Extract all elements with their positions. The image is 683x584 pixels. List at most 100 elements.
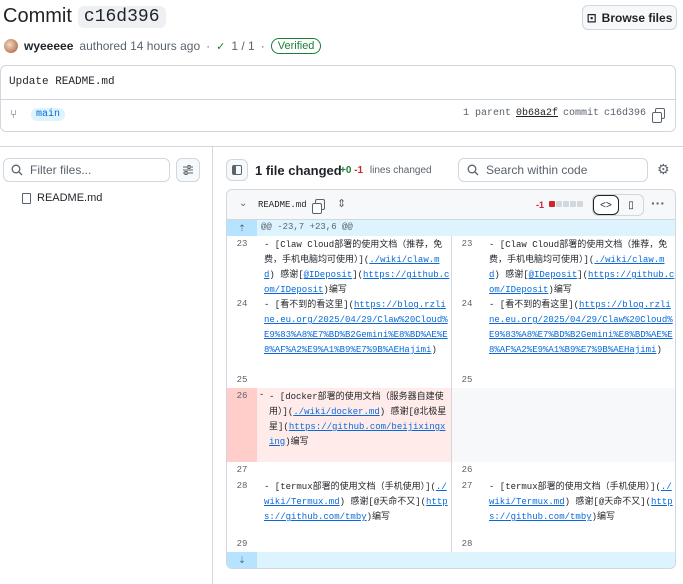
code-icon: <> (600, 199, 612, 211)
code-line: - [看不到的看这里](https://blog.rzline.eu.org/2… (489, 298, 675, 358)
deletion-marker: - (259, 390, 265, 400)
code-text: - [termux部署的使用文档（手机使用）]( (264, 482, 436, 492)
copy-icon[interactable] (312, 199, 325, 214)
diff-row: 29 28 (227, 536, 675, 552)
commit-message: Update README.md (9, 76, 115, 88)
diff-row: 25 25 (227, 372, 675, 388)
diff-panel: ⌄ README.md ⇕ -1 <> ▯ ··· ⇡ @@ -23,7 +23… (226, 189, 676, 569)
chevron-down-icon[interactable]: ⌄ (239, 198, 247, 209)
toggle-sidebar-button[interactable] (226, 159, 248, 181)
code-text: ) 感谢[@天命不又]( (339, 497, 427, 507)
expand-icon[interactable]: ⇕ (337, 197, 346, 210)
diff-row: 24 - [看不到的看这里](https://blog.rzline.eu.or… (227, 296, 675, 372)
avatar[interactable] (4, 39, 18, 53)
hunk-footer: ⇣ (227, 552, 675, 568)
line-number[interactable]: 24 (452, 296, 482, 372)
files-changed-count: 1 file changed (255, 163, 342, 178)
check-icon[interactable]: ✓ (216, 40, 225, 53)
rich-view-button[interactable]: ▯ (619, 195, 643, 215)
code-link: @IDeposit (528, 270, 578, 280)
hunk-header: ⇡ @@ -23,7 +23,6 @@ (227, 220, 675, 236)
copy-icon[interactable] (652, 108, 665, 123)
line-number[interactable]: 23 (227, 236, 257, 296)
lines-changed-label: lines changed (369, 165, 432, 176)
line-number[interactable]: 25 (227, 372, 257, 388)
checks-count[interactable]: 1 / 1 (231, 39, 254, 53)
expand-up-icon[interactable]: ⇡ (227, 220, 257, 236)
code-line: - [Claw Cloud部署的使用文档（推荐，免费，手机电脑均可使用）](./… (489, 238, 675, 298)
code-text: )编写 (591, 512, 616, 522)
line-number[interactable]: 24 (227, 296, 257, 372)
diff-row: 28 - [termux部署的使用文档（手机使用）](./wiki/Termux… (227, 478, 675, 536)
diffstat-bar (563, 201, 569, 207)
section-divider (0, 146, 683, 147)
code-square-icon: ⊡ (586, 10, 597, 25)
diff-file-header: ⌄ README.md ⇕ -1 <> ▯ ··· (227, 190, 675, 220)
diff-right-cell: 24 - [看不到的看这里](https://blog.rzline.eu.or… (452, 296, 675, 372)
code-text: )编写 (366, 512, 391, 522)
file-tree-item[interactable]: README.md (22, 192, 102, 204)
diff-row: 23 - [Claw Cloud部署的使用文档（推荐，免费，手机电脑均可使用）]… (227, 236, 675, 296)
line-number[interactable]: 25 (452, 372, 482, 388)
filter-options-button[interactable] (176, 158, 200, 182)
more-options-icon[interactable]: ··· (651, 195, 665, 211)
parent-info: 1 parent 0b68a2f commit c16d396 (462, 108, 665, 123)
commit-sha: c16d396 (603, 108, 646, 119)
file-icon (22, 192, 31, 204)
commit-title-word: Commit (3, 5, 72, 27)
git-branch-icon: ⑂ (10, 107, 18, 121)
lines-changed-summary: +0 -1 lines changed (340, 165, 432, 176)
code-link: ./wiki/docker.md (293, 407, 380, 417)
dot-separator-2: · (260, 39, 265, 53)
code-text: ) (431, 345, 437, 355)
code-text: )编写 (285, 437, 309, 447)
filter-files-input[interactable]: Filter files... (3, 158, 170, 182)
lines-deleted: -1 (354, 165, 364, 176)
expand-down-icon[interactable]: ⇣ (227, 552, 257, 568)
diff-row-deleted: 26 - - [docker部署的使用文档（服务器自建使用）](./wiki/d… (227, 388, 675, 462)
line-number[interactable]: 29 (227, 536, 257, 552)
diff-file-name[interactable]: README.md (258, 200, 307, 210)
browse-files-button[interactable]: ⊡ Browse files (582, 5, 677, 30)
code-view-button[interactable]: <> (593, 195, 619, 215)
line-number[interactable]: 23 (452, 236, 482, 296)
branch-badge[interactable]: main (31, 108, 66, 121)
diff-left-cell: 28 - [termux部署的使用文档（手机使用）](./wiki/Termux… (227, 478, 452, 536)
diff-right-cell: 23 - [Claw Cloud部署的使用文档（推荐，免费，手机电脑均可使用）]… (452, 236, 675, 298)
gear-icon[interactable]: ⚙ (657, 161, 670, 178)
search-icon (11, 164, 23, 176)
code-text: - [看不到的看这里]( (489, 300, 580, 310)
line-number[interactable]: 28 (452, 536, 482, 552)
diffstat-bar (556, 201, 562, 207)
diffstat-bar (570, 201, 576, 207)
line-number (452, 388, 482, 462)
diffstat-bars (549, 201, 583, 207)
sliders-icon (183, 165, 193, 175)
dot-separator: · (206, 39, 211, 53)
line-number[interactable]: 26 (452, 462, 482, 478)
code-text: - [看不到的看这里]( (264, 300, 355, 310)
author-name[interactable]: wyeeeee (24, 39, 73, 53)
author-line: wyeeeee authored 14 hours ago · ✓ 1 / 1 … (4, 38, 322, 54)
line-number[interactable]: 28 (227, 478, 257, 536)
lines-added: +0 (340, 165, 352, 176)
code-text: ) 感谢[ (494, 270, 529, 280)
hunk-header-text: @@ -23,7 +23,6 @@ (261, 222, 353, 232)
diff-right-empty-cell (452, 388, 675, 462)
line-number[interactable]: 27 (452, 478, 482, 536)
search-code-input[interactable]: Search within code (458, 158, 648, 182)
verified-badge[interactable]: Verified (270, 38, 322, 54)
code-text: ) (656, 345, 662, 355)
divider (1, 99, 675, 100)
code-text: - [termux部署的使用文档（手机使用）]( (489, 482, 661, 492)
diffstat-bar (577, 201, 583, 207)
line-number[interactable]: 26 (227, 388, 257, 462)
commit-message-box: Update README.md ⑂ main 1 parent 0b68a2f… (0, 65, 676, 132)
parent-label: 1 parent (462, 108, 511, 119)
code-link: @IDeposit (303, 270, 353, 280)
parent-sha-link[interactable]: 0b68a2f (516, 108, 558, 119)
diff-right-cell: 28 (452, 536, 675, 552)
search-placeholder: Search within code (486, 163, 588, 177)
line-number[interactable]: 27 (227, 462, 257, 478)
code-text: ]( (577, 270, 589, 280)
